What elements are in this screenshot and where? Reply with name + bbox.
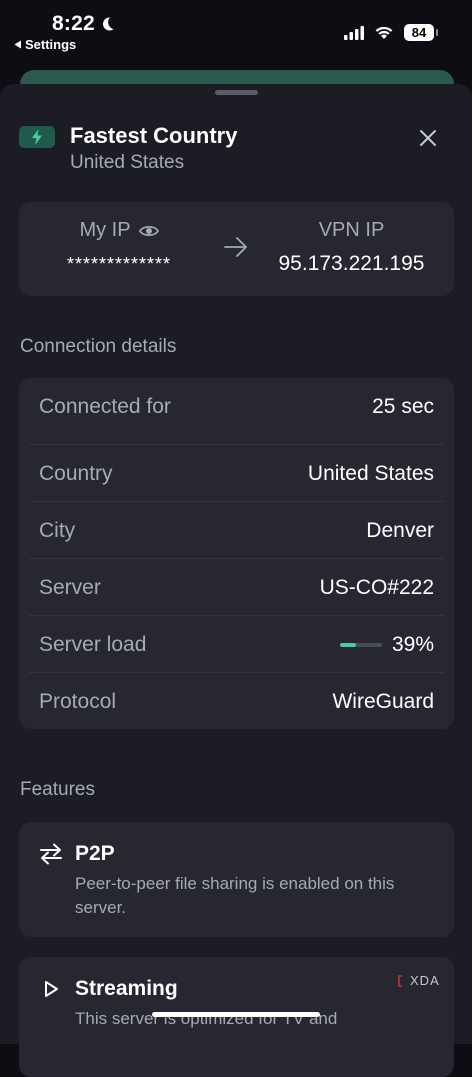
battery-icon: 84 xyxy=(404,24,438,41)
detail-value: 25 sec xyxy=(372,394,434,418)
watermark-text: XDA xyxy=(410,973,440,988)
connection-details-card: Connected for 25 sec Country United Stat… xyxy=(19,378,454,729)
server-load-bar xyxy=(339,642,382,647)
xda-logo-icon xyxy=(398,974,402,987)
fastest-badge xyxy=(19,126,55,148)
swap-arrows-icon xyxy=(39,842,63,866)
my-ip-label-row: My IP xyxy=(19,219,219,242)
detail-row-city: City Denver xyxy=(19,502,454,559)
feature-title: Streaming xyxy=(75,977,178,1000)
feature-description: This server is optimized for TV and xyxy=(75,1009,338,1028)
detail-key: Server xyxy=(39,575,101,599)
detail-key: Protocol xyxy=(39,689,117,713)
server-load-value: 39% xyxy=(391,632,434,656)
vpn-ip-value: 95.173.221.195 xyxy=(278,252,425,275)
close-icon xyxy=(420,130,436,146)
close-button[interactable] xyxy=(414,124,442,152)
lightning-bolt-icon xyxy=(32,129,42,145)
clock: 8:22 xyxy=(52,12,115,36)
my-ip-column: My IP ************* xyxy=(19,202,219,296)
clock-time: 8:22 xyxy=(52,12,95,35)
home-indicator[interactable] xyxy=(152,1012,320,1017)
detail-row-server-load: Server load 39% xyxy=(19,616,454,673)
moon-icon xyxy=(102,17,114,31)
detail-row-server: Server US-CO#222 xyxy=(19,559,454,616)
arrow-right-icon xyxy=(223,236,249,263)
detail-key: Country xyxy=(39,461,113,485)
feature-card-streaming: Streaming This server is optimized for T… xyxy=(19,957,454,1077)
connection-subtitle: United States xyxy=(70,152,185,173)
vpn-ip-column: VPN IP 95.173.221.195 xyxy=(249,202,454,296)
status-icons: 84 xyxy=(344,24,438,41)
xda-watermark: XDA xyxy=(398,973,440,988)
my-ip-value: ************* xyxy=(66,254,172,274)
feature-title: P2P xyxy=(75,842,115,865)
feature-description: Peer-to-peer file sharing is enabled on … xyxy=(75,874,395,917)
feature-card-p2p: P2P Peer-to-peer file sharing is enabled… xyxy=(19,822,454,937)
detail-value: US-CO#222 xyxy=(319,575,434,599)
connection-sheet: Fastest Country United States My IP ****… xyxy=(0,84,472,1077)
cellular-signal-icon xyxy=(344,25,364,40)
features-heading: Features xyxy=(20,779,95,800)
detail-row-protocol: Protocol WireGuard xyxy=(19,673,454,730)
connection-title: Fastest Country xyxy=(70,123,238,148)
detail-value: United States xyxy=(307,461,434,485)
server-load-bar-fill xyxy=(339,642,357,647)
ip-card: My IP ************* VPN IP 95.173.221.19… xyxy=(19,202,454,296)
detail-value: Denver xyxy=(366,518,434,542)
eye-icon[interactable] xyxy=(138,224,159,238)
detail-row-connected-for: Connected for 25 sec xyxy=(19,378,454,435)
detail-value: WireGuard xyxy=(332,689,434,713)
my-ip-label: My IP xyxy=(79,219,131,241)
status-bar: 8:22 Settings 84 xyxy=(0,0,472,60)
battery-level: 84 xyxy=(411,25,427,40)
back-to-settings-link[interactable]: Settings xyxy=(14,37,76,52)
back-triangle-icon xyxy=(14,40,21,49)
wifi-icon xyxy=(375,26,393,39)
detail-key: Connected for xyxy=(39,394,171,418)
vpn-ip-label: VPN IP xyxy=(318,219,385,241)
detail-key: Server load xyxy=(39,632,147,656)
detail-row-country: Country United States xyxy=(19,445,454,502)
back-link-label: Settings xyxy=(25,37,77,52)
play-icon xyxy=(39,977,63,1001)
connection-details-heading: Connection details xyxy=(20,336,177,357)
sheet-grabber[interactable] xyxy=(215,90,258,95)
detail-key: City xyxy=(39,518,76,542)
detail-value-group: 39% xyxy=(339,632,434,657)
